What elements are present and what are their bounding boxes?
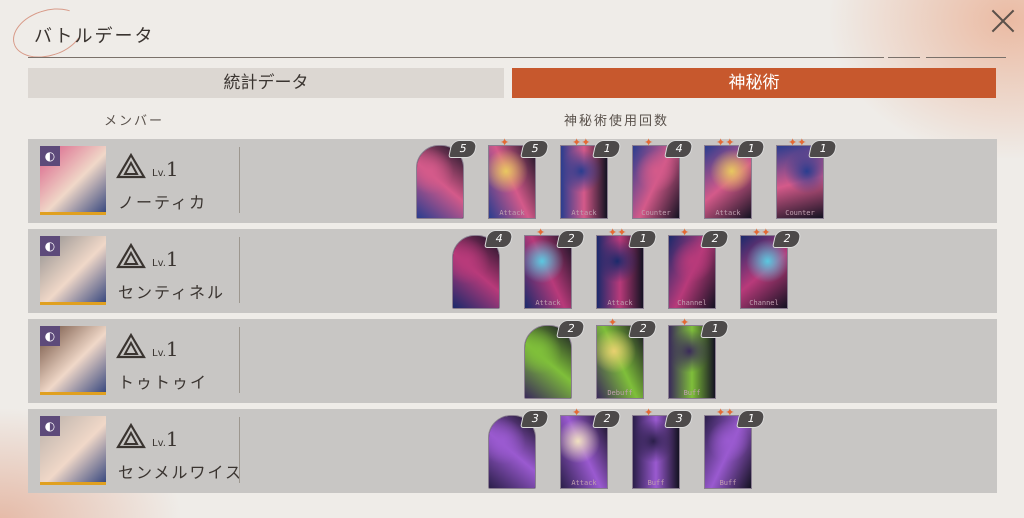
member-row: ◐ Lv.1 センメルワイス 3 Attack ✦ 2 Buff ✦ 3 Buff ✦✦ 1 (28, 406, 997, 493)
close-icon[interactable] (986, 4, 1020, 38)
level-label: Lv.1 (152, 157, 179, 181)
card-type-label: Channel (677, 299, 707, 307)
usage-count-badge: 2 (772, 230, 802, 248)
usage-count-badge: 5 (520, 140, 550, 158)
afflatus-icon: ◐ (40, 416, 60, 436)
level-label: Lv.1 (152, 337, 179, 361)
card-type-label: Buff (719, 479, 737, 487)
star-icon: ✦ (536, 226, 546, 239)
usage-count-badge: 1 (592, 140, 622, 158)
member-row: ◐ Lv.1 センティネル 4 Attack ✦ 2 Attack ✦✦ 1 Channel ✦ 2 Ch… (28, 226, 997, 313)
card-type-label: Attack (607, 299, 633, 307)
star-icon: ✦ (644, 136, 654, 149)
tab-statistics[interactable]: 統計データ (28, 68, 504, 98)
title-divider (926, 57, 1006, 58)
usage-count-badge: 1 (736, 410, 766, 428)
usage-count-badge: 4 (484, 230, 514, 248)
star-icon: ✦✦ (716, 136, 735, 149)
card-type-label: Attack (571, 209, 597, 217)
afflatus-icon: ◐ (40, 326, 60, 346)
divider (239, 147, 240, 213)
member-row: ◐ Lv.1 ノーティカ 5 Attack ✦ 5 Attack ✦✦ 1 Counter ✦ 4 Att… (28, 136, 997, 223)
level-label: Lv.1 (152, 247, 179, 271)
card-type-label: Buff (683, 389, 701, 397)
avatar: ◐ (40, 326, 106, 395)
character-name: センティネル (118, 283, 226, 302)
afflatus-icon: ◐ (40, 146, 60, 166)
card-type-label: Channel (749, 299, 779, 307)
insight-icon (116, 333, 146, 359)
card-type-label: Attack (571, 479, 597, 487)
usage-count-badge: 2 (556, 320, 586, 338)
column-header-member: メンバー (104, 114, 165, 129)
usage-count-badge: 4 (664, 140, 694, 158)
star-icon: ✦✦ (716, 406, 735, 419)
star-icon: ✦ (680, 226, 690, 239)
avatar: ◐ (40, 416, 106, 485)
member-row: ◐ Lv.1 トゥトゥイ 2 Debuff ✦ 2 Buff ✦ 1 (28, 316, 997, 403)
star-icon: ✦ (500, 136, 510, 149)
card-type-label: Attack (499, 209, 525, 217)
usage-count-badge: 2 (700, 230, 730, 248)
card-type-label: Debuff (607, 389, 633, 397)
star-icon: ✦ (680, 316, 690, 329)
character-name: トゥトゥイ (118, 373, 209, 392)
title-divider (28, 57, 884, 58)
character-name: ノーティカ (118, 193, 208, 212)
insight-icon (116, 423, 146, 449)
avatar: ◐ (40, 146, 106, 215)
star-icon: ✦ (572, 406, 582, 419)
page-title: バトルデータ (34, 26, 155, 47)
star-icon: ✦✦ (572, 136, 591, 149)
card-type-label: Buff (647, 479, 665, 487)
afflatus-icon: ◐ (40, 236, 60, 256)
title-divider (888, 57, 920, 58)
usage-count-badge: 1 (736, 140, 766, 158)
usage-count-badge: 1 (808, 140, 838, 158)
usage-count-badge: 5 (448, 140, 478, 158)
insight-icon (116, 153, 146, 179)
star-icon: ✦✦ (788, 136, 807, 149)
insight-icon (116, 243, 146, 269)
star-icon: ✦✦ (608, 226, 627, 239)
divider (239, 237, 240, 303)
divider (239, 327, 240, 393)
usage-count-badge: 2 (628, 320, 658, 338)
usage-count-badge: 3 (520, 410, 550, 428)
column-header-usage: 神秘術使用回数 (564, 114, 670, 129)
character-name: センメルワイス (118, 463, 244, 482)
star-icon: ✦ (644, 406, 654, 419)
star-icon: ✦✦ (752, 226, 771, 239)
avatar: ◐ (40, 236, 106, 305)
level-label: Lv.1 (152, 427, 179, 451)
usage-count-badge: 3 (664, 410, 694, 428)
card-type-label: Counter (785, 209, 815, 217)
usage-count-badge: 1 (628, 230, 658, 248)
tab-arcana[interactable]: 神秘術 (512, 68, 996, 98)
usage-count-badge: 2 (592, 410, 622, 428)
card-type-label: Attack (535, 299, 561, 307)
usage-count-badge: 1 (700, 320, 730, 338)
star-icon: ✦ (608, 316, 618, 329)
card-type-label: Counter (641, 209, 671, 217)
card-type-label: Attack (715, 209, 741, 217)
divider (239, 417, 240, 483)
usage-count-badge: 2 (556, 230, 586, 248)
